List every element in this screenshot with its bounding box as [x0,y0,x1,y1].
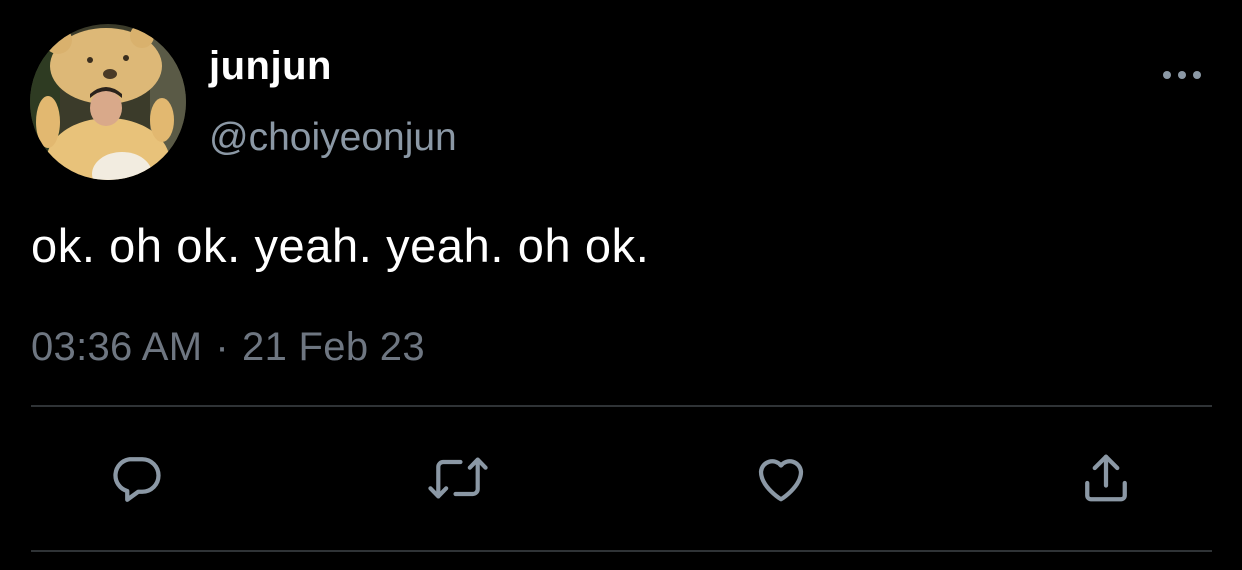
tweet-date: 21 Feb 23 [242,325,425,369]
retweet-button[interactable] [426,446,490,510]
tweet-text: ok. oh ok. yeah. yeah. oh ok. [31,219,650,272]
meta-separator: · [215,325,230,369]
heart-icon [758,459,804,502]
username-handle[interactable]: @choiyeonjun [209,112,457,164]
tweet-detail: junjun @choiyeonjun ok. oh ok. yeah. yea… [0,0,1242,570]
avatar[interactable] [30,24,186,180]
display-name[interactable]: junjun [209,40,332,92]
share-icon [1085,454,1127,502]
tweet-time: 03:36 AM [31,325,203,369]
more-options-button[interactable] [1152,58,1212,92]
share-button[interactable] [1074,446,1138,510]
divider [31,405,1212,407]
tweet-timestamp[interactable]: 03:36 AM · 21 Feb 23 [31,321,425,373]
retweet-icon [428,457,488,499]
reply-icon [113,457,161,502]
avatar-image [30,24,186,180]
divider [31,550,1212,552]
more-horizontal-icon [1163,71,1201,79]
reply-button[interactable] [104,446,168,510]
like-button[interactable] [749,446,813,510]
